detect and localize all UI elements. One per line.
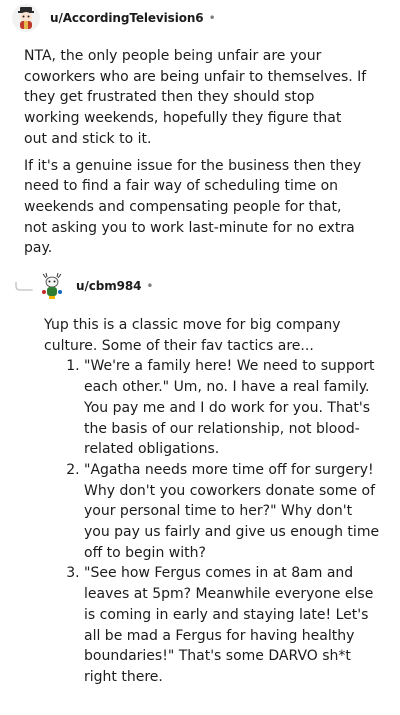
- comment-2-header: u/cbm984 •: [38, 272, 153, 300]
- comment-author[interactable]: u/AccordingTelevision6: [50, 11, 204, 25]
- tactics-list: "We're a family here! We need to support…: [44, 356, 380, 687]
- list-item: "Agatha needs more time off for surgery!…: [84, 460, 380, 564]
- comment-2-body: Yup this is a classic move for big compa…: [44, 315, 380, 688]
- comment-paragraph: If it's a genuine issue for the business…: [24, 157, 362, 257]
- comment-author[interactable]: u/cbm984: [76, 279, 141, 293]
- list-item: "See how Fergus comes in at 8am and leav…: [84, 563, 380, 687]
- comment-paragraph: Yup this is a classic move for big compa…: [44, 317, 341, 354]
- user-avatar-icon[interactable]: [12, 4, 40, 32]
- comment-paragraph: NTA, the only people being unfair are yo…: [24, 48, 367, 147]
- meta-separator: •: [208, 11, 216, 25]
- reply-arrow-icon: [15, 279, 35, 298]
- meta-separator: •: [146, 279, 154, 293]
- user-avatar-icon[interactable]: [38, 272, 66, 300]
- list-item: "We're a family here! We need to support…: [84, 356, 380, 460]
- comment-1-body: NTA, the only people being unfair are yo…: [24, 46, 368, 265]
- comment-1-header: u/AccordingTelevision6 •: [12, 4, 216, 32]
